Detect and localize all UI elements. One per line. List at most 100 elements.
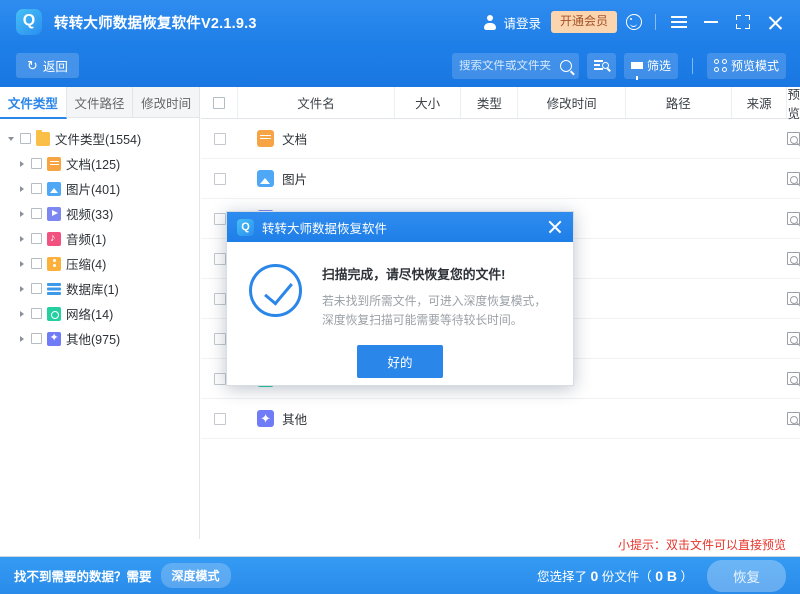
preview-icon[interactable] [787,332,800,345]
grid-icon [714,59,727,72]
preview-icon[interactable] [787,292,800,305]
tree-root-row[interactable]: 文件类型(1554) [0,126,199,151]
preview-icon[interactable] [787,212,800,225]
row-preview-cell[interactable] [787,199,800,239]
tree-item-video[interactable]: 视频(33) [0,201,199,226]
row-preview-cell[interactable] [787,399,800,439]
tree-checkbox[interactable] [31,208,42,219]
row-preview-cell[interactable] [787,119,800,159]
close-button[interactable] [760,7,790,37]
row-checkbox[interactable] [214,173,226,185]
row-select-cell[interactable] [201,119,238,159]
tree-checkbox[interactable] [31,183,42,194]
tree-item-network[interactable]: 网络(14) [0,301,199,326]
menu-button[interactable] [664,7,694,37]
preview-icon[interactable] [787,372,800,385]
chevron-right-icon[interactable] [17,233,28,244]
minimize-button[interactable] [696,7,726,37]
tree-item-document[interactable]: 文档(125) [0,151,199,176]
recover-button[interactable]: 恢复 [707,560,786,592]
row-source [731,279,787,319]
dialog-close-icon[interactable] [545,217,565,237]
search-input[interactable] [459,60,557,72]
column-header-path[interactable]: 路径 [626,87,732,118]
filter-icon [631,62,643,69]
preview-icon[interactable] [787,252,800,265]
tab-file-path[interactable]: 文件路径 [67,87,134,117]
tab-file-type[interactable]: 文件类型 [0,87,67,119]
column-header-source[interactable]: 来源 [732,87,788,118]
column-header-modified[interactable]: 修改时间 [518,87,626,118]
row-preview-cell[interactable] [787,319,800,359]
chevron-right-icon[interactable] [17,208,28,219]
ok-button[interactable]: 好的 [357,345,442,378]
row-size [395,399,461,439]
column-header-size[interactable]: 大小 [395,87,462,118]
tree-checkbox[interactable] [31,333,42,344]
table-row[interactable]: 图片 [201,159,800,199]
vip-button[interactable]: 开通会员 [551,11,617,32]
column-header-filename[interactable]: 文件名 [238,87,395,118]
row-path [626,279,732,319]
tree-checkbox[interactable] [31,233,42,244]
row-select-cell[interactable] [201,399,238,439]
back-label: 返回 [43,56,68,75]
tab-modified-time[interactable]: 修改时间 [133,87,199,117]
preview-icon[interactable] [787,172,800,185]
row-checkbox[interactable] [214,373,226,385]
app-logo-letter: Q [23,13,35,29]
row-preview-cell[interactable] [787,359,800,399]
tree-checkbox[interactable] [31,308,42,319]
back-button[interactable]: ↻ 返回 [16,53,79,78]
tree-item-archive[interactable]: 压缩(4) [0,251,199,276]
chevron-right-icon[interactable] [17,183,28,194]
tree-item-other[interactable]: 其他(975) [0,326,199,351]
tree-root-checkbox[interactable] [20,133,31,144]
preview-icon[interactable] [787,132,800,145]
row-checkbox[interactable] [214,333,226,345]
deep-mode-button[interactable]: 深度模式 [161,563,231,588]
row-preview-cell[interactable] [787,239,800,279]
folder-icon [36,132,50,146]
row-preview-cell[interactable] [787,159,800,199]
chevron-right-icon[interactable] [17,158,28,169]
search-box[interactable] [452,53,579,79]
login-button[interactable]: 请登录 [482,13,541,32]
select-all-checkbox[interactable] [213,97,225,109]
tree-checkbox[interactable] [31,283,42,294]
row-checkbox[interactable] [214,293,226,305]
row-source [731,359,787,399]
row-checkbox[interactable] [214,213,226,225]
chevron-down-icon[interactable] [6,133,17,144]
row-filename: 文档 [282,129,307,148]
table-row[interactable]: 文档 [201,119,800,159]
titlebar-actions: 请登录 开通会员 [482,0,800,44]
preview-icon[interactable] [787,412,800,425]
select-all-cell[interactable] [201,87,238,118]
maximize-button[interactable] [728,7,758,37]
chevron-right-icon[interactable] [17,258,28,269]
search-icon [560,60,572,72]
row-checkbox[interactable] [214,413,226,425]
row-checkbox[interactable] [214,133,226,145]
column-header-preview[interactable]: 预览 [787,87,800,118]
tree-item-audio[interactable]: 音频(1) [0,226,199,251]
row-checkbox[interactable] [214,253,226,265]
tree-checkbox[interactable] [31,158,42,169]
column-header-type[interactable]: 类型 [461,87,518,118]
tree-checkbox[interactable] [31,258,42,269]
dialog-heading: 扫描完成，请尽快恢复您的文件! [322,264,550,283]
preview-mode-button[interactable]: 预览模式 [707,53,786,79]
advanced-search-button[interactable] [587,53,616,79]
chevron-right-icon[interactable] [17,308,28,319]
row-select-cell[interactable] [201,159,238,199]
tree-item-image[interactable]: 图片(401) [0,176,199,201]
table-row[interactable]: 其他 [201,399,800,439]
row-path [626,399,732,439]
filter-button[interactable]: 筛选 [624,53,678,79]
feedback-button[interactable] [619,7,649,37]
tree-item-database[interactable]: 数据库(1) [0,276,199,301]
chevron-right-icon[interactable] [17,283,28,294]
row-preview-cell[interactable] [787,279,800,319]
chevron-right-icon[interactable] [17,333,28,344]
